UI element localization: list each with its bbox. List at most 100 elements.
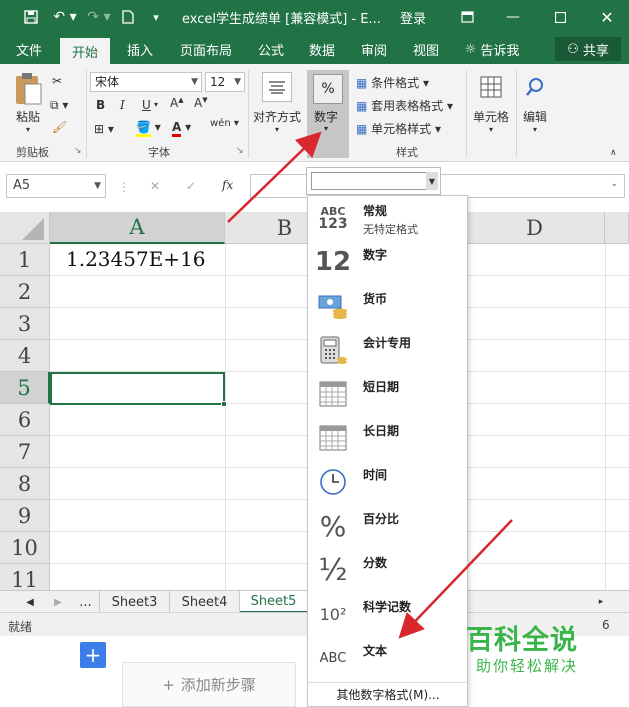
format-option-currency[interactable]: 货币 [308,284,468,328]
save-icon[interactable] [18,0,44,34]
currency-icon [316,290,350,322]
underline-dropdown-icon[interactable]: ▾ [154,100,158,109]
collapse-ribbon-icon[interactable]: ∧ [610,148,617,158]
insert-function-icon[interactable]: fx [222,178,233,192]
ribbon-display-icon[interactable] [452,0,482,34]
row-header[interactable]: 5 [0,372,50,404]
confirm-icon[interactable]: ✓ [186,179,196,193]
alignment-button[interactable]: 对齐方式 ▾ [252,72,302,134]
cell-style-button[interactable]: ▦ 单元格样式 ▾ [356,120,441,137]
table-format-button[interactable]: ▦ 套用表格格式 ▾ [356,97,453,114]
undo-icon[interactable]: ↶ ▾ [50,0,80,34]
format-option-text[interactable]: ABC 文本 [308,636,468,680]
tab-page-layout[interactable]: 页面布局 [170,34,242,64]
sheet-tab-sheet3[interactable]: Sheet3 [100,591,170,613]
cells-button[interactable]: 单元格 ▾ [470,72,512,134]
font-color-icon[interactable]: A ▾ [172,120,191,137]
edit-button[interactable]: 编辑 ▾ [518,72,552,134]
long-date-icon [316,422,350,454]
row-header[interactable]: 9 [0,500,50,532]
fill-handle[interactable] [221,401,227,407]
format-option-short-date[interactable]: 短日期 [308,372,468,416]
italic-button[interactable]: I [120,98,125,112]
increase-font-icon[interactable]: A▲ [170,96,184,110]
font-name-select[interactable]: 宋体 ▼ [90,72,202,92]
cancel-icon[interactable]: ✕ [150,179,160,193]
redo-icon[interactable]: ↷ ▾ [86,0,112,34]
row-header[interactable]: 3 [0,308,50,340]
cell-a1[interactable]: 1.23457E+16 [66,247,206,271]
tab-file[interactable]: 文件 [6,34,52,64]
table-format-label: 套用表格格式 [371,99,444,113]
format-option-percent[interactable]: % 百分比 [308,504,468,548]
underline-button[interactable]: U [142,98,151,112]
conditional-format-button[interactable]: ▦ 条件格式 ▾ [356,74,429,91]
format-option-general[interactable]: ABC 123 常规 无特定格式 [308,196,468,240]
scroll-right-icon[interactable]: ▸ [594,591,608,613]
clipboard-launcher-icon[interactable]: ↘ [74,146,82,156]
next-sheet-icon[interactable]: ▶ [46,591,70,613]
selected-cell-a5[interactable] [50,372,227,407]
fill-color-icon[interactable]: 🪣 ▾ [136,120,161,137]
row-header[interactable]: 8 [0,468,50,500]
row-header[interactable]: 2 [0,276,50,308]
general-abc123-icon: ABC 123 [316,202,350,234]
copy-icon[interactable]: ⧉ ▾ [50,98,68,113]
tab-tell-me[interactable]: ☼ 告诉我 [456,34,528,64]
format-option-accounting[interactable]: 会计专用 [308,328,468,372]
minimize-icon[interactable]: — [498,0,528,34]
select-all-corner[interactable] [0,212,50,244]
clipboard-group-label: 剪贴板 [16,146,49,159]
row-header[interactable]: 4 [0,340,50,372]
decrease-font-icon[interactable]: A▼ [194,96,208,110]
format-option-fraction[interactable]: ½ 分数 [308,548,468,592]
phonetic-icon[interactable]: wén ▾ [210,118,239,129]
close-icon[interactable]: ✕ [592,0,622,34]
paste-button[interactable]: 粘贴 ▾ [8,72,48,134]
format-option-number[interactable]: 12 数字 [308,240,468,284]
tab-review[interactable]: 审阅 [352,34,396,64]
login-link[interactable]: 登录 [400,8,426,27]
row-header[interactable]: 6 [0,404,50,436]
row-header[interactable]: 7 [0,436,50,468]
more-sheets-button[interactable]: ... [72,591,100,613]
add-step-button[interactable]: + 添加新步骤 [122,662,296,707]
number-format-input[interactable] [311,172,429,190]
cut-icon[interactable]: ✂ [52,74,62,88]
share-button[interactable]: ⚇ 共享 [555,37,621,61]
row-header[interactable]: 11 [0,564,50,590]
format-option-long-date[interactable]: 长日期 [308,416,468,460]
format-option-time[interactable]: 时间 [308,460,468,504]
number-format-button[interactable]: % 数字 ▾ [307,70,349,158]
font-launcher-icon[interactable]: ↘ [236,146,244,156]
format-painter-icon[interactable]: 🖌 [52,120,67,134]
n123-glyph: 123 [318,216,348,232]
tab-formulas[interactable]: 公式 [250,34,292,64]
customize-qa-icon[interactable]: ▾ [148,0,164,34]
sheet-tab-sheet5[interactable]: Sheet5 [240,591,308,613]
border-icon[interactable]: ⊞ ▾ [94,122,114,136]
plus-button[interactable]: + [80,642,106,668]
expand-formula-icon[interactable]: ⌄ [610,179,618,189]
column-header-d[interactable]: D [465,212,605,244]
number-format-combo[interactable]: ▼ [306,167,441,195]
number-format-dropdown: ABC 123 常规 无特定格式 12 数字 货币 会计专用 短日期 长日期 时… [307,195,468,707]
row-header[interactable]: 1 [0,244,50,276]
new-file-icon[interactable] [118,0,138,34]
maximize-icon[interactable] [545,0,575,34]
more-number-formats[interactable]: 其他数字格式(M)... [308,682,468,706]
bold-button[interactable]: B [96,98,105,112]
name-box[interactable]: A5 ▼ [6,174,106,198]
tab-insert[interactable]: 插入 [118,34,162,64]
sheet-tab-sheet4[interactable]: Sheet4 [170,591,240,613]
tab-view[interactable]: 视图 [404,34,448,64]
chevron-down-icon[interactable]: ▼ [426,172,438,190]
font-size-select[interactable]: 12 ▼ [205,72,245,92]
row-header[interactable]: 10 [0,532,50,564]
prev-sheet-icon[interactable]: ◀ [18,591,42,613]
column-header-a[interactable]: A [50,212,225,244]
tab-data[interactable]: 数据 [300,34,344,64]
format-option-scientific[interactable]: 10² 科学记数 [308,592,468,636]
tab-home[interactable]: 开始 [60,38,110,64]
column-header-e[interactable] [605,212,629,244]
